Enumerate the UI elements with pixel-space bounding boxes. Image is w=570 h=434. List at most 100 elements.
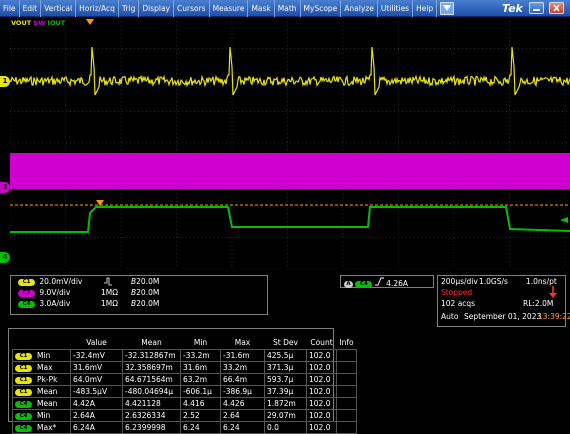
measurement-value: 2.64A <box>70 409 123 422</box>
menu-math[interactable]: Math <box>275 0 301 17</box>
ch1-settings-row[interactable]: C1 20.0mV/div <box>18 277 82 286</box>
ch3-settings-row[interactable]: C3 9.0V/div <box>18 288 70 297</box>
measurement-source-chip: C4 <box>15 412 32 420</box>
measurement-name: Max <box>37 363 53 372</box>
measurement-row[interactable]: C4 Max* 6.24A 6.2399998 6.24 6.24 0.0 102.0 <box>12 421 357 434</box>
trigger-readout[interactable]: A C4 4.26A <box>344 277 408 288</box>
measurement-source-chip: C4 <box>15 424 32 432</box>
ch4-scale: 3.0A/div <box>39 299 71 308</box>
ch3-position-handle[interactable]: 3 <box>0 182 10 193</box>
measurement-label: C1 Max <box>12 361 71 374</box>
menu-cursors[interactable]: Cursors <box>174 0 210 17</box>
ch3-sw-waveform <box>10 153 570 189</box>
trigger-source-chip: C4 <box>355 280 373 288</box>
menu-trig[interactable]: Trig <box>119 0 140 17</box>
measurement-stdev: 1.872m <box>264 397 307 410</box>
measurement-count: 102.0 <box>306 409 337 422</box>
measurement-value: 6.24A <box>70 421 123 434</box>
measurement-row[interactable]: C1 Pk-Pk 64.0mV 64.671564m 63.2m 66.4m 593.7μ 1… <box>12 373 357 386</box>
measurement-name: Pk-Pk <box>37 375 58 384</box>
help-dropdown-button[interactable] <box>440 1 455 15</box>
measurement-min: -606.1μ <box>180 385 221 398</box>
measurement-row[interactable]: C1 Min -32.4mV -32.312867m -33.2m -31.6m 425.5… <box>12 349 357 362</box>
measurement-row[interactable]: C1 Max 31.6mV 32.358697m 31.6m 33.2m 371.3μ 102… <box>12 361 357 374</box>
menu-utilities[interactable]: Utilities <box>378 0 414 17</box>
resolution: 1.0ns/pt <box>526 277 557 286</box>
measurement-info <box>336 385 357 398</box>
menu-measure[interactable]: Measure <box>210 0 249 17</box>
measurement-stdev: 371.3μ <box>264 361 307 374</box>
ch1-label: VOUT <box>11 19 32 27</box>
measurement-info <box>336 349 357 362</box>
measurement-mean: -32.312867m <box>122 349 181 362</box>
measurement-min: 6.24 <box>180 421 221 434</box>
measurement-value: -32.4mV <box>70 349 123 362</box>
measurement-row[interactable]: C4 Min 2.64A 2.6326334 2.52 2.64 29.07m 102.0 <box>12 409 357 422</box>
measurement-source-chip: C1 <box>15 352 32 360</box>
channel-label-strip: VOUT SW IOUT <box>11 19 65 27</box>
measurement-label: C1 Min <box>12 349 71 362</box>
measurement-info <box>336 421 357 434</box>
measurement-mean: -480.04694μ <box>122 385 181 398</box>
measurement-mean: 32.358697m <box>122 361 181 374</box>
measurement-name: Mean <box>37 387 58 396</box>
measurement-value: 31.6mV <box>70 361 123 374</box>
measurement-max: 2.64 <box>220 409 265 422</box>
menu-help[interactable]: Help <box>413 0 438 17</box>
menu-myscope[interactable]: MyScope <box>301 0 342 17</box>
measurement-name: Mean <box>37 399 58 408</box>
ch3-chip: C3 <box>18 289 35 297</box>
ch4-iout-waveform <box>10 206 570 233</box>
date: September 01, 2023 <box>464 312 542 321</box>
menu-display[interactable]: Display <box>139 0 174 17</box>
close-icon <box>553 4 560 12</box>
measurement-max: -31.6m <box>220 349 265 362</box>
ch3-label: SW <box>33 19 46 27</box>
measurement-mean: 6.2399998 <box>122 421 181 434</box>
menu-file[interactable]: File <box>0 0 20 17</box>
trigger-level: 4.26A <box>386 279 409 288</box>
measurement-source-chip: C4 <box>15 400 32 408</box>
measurement-max: 66.4m <box>220 373 265 386</box>
waveform-graticule[interactable] <box>10 17 570 269</box>
measurement-info <box>336 373 357 386</box>
measurement-value: -483.5μV <box>70 385 123 398</box>
menu-horiz-acq[interactable]: Horiz/Acq <box>76 0 119 17</box>
ch4-settings-row[interactable]: C4 3.0A/div <box>18 299 70 308</box>
measurement-row[interactable]: C1 Mean -483.5μV -480.04694μ -606.1μ -386.9μ 3… <box>12 385 357 398</box>
ch1-bw-value: 20.0M <box>136 277 160 286</box>
menu-vertical[interactable]: Vertical <box>41 0 77 17</box>
measurement-count: 102.0 <box>306 361 337 374</box>
measurement-table: Value Mean Min Max St Dev Count Info C1 M… <box>12 336 357 434</box>
measurement-label: C4 Min <box>12 409 71 422</box>
measurement-body: C1 Min -32.4mV -32.312867m -33.2m -31.6m 425.5… <box>12 349 357 434</box>
measurement-name: Max* <box>37 423 57 432</box>
measurement-header-row: Value Mean Min Max St Dev Count Info <box>13 336 357 350</box>
ch1-extra <box>103 277 113 288</box>
chevron-down-icon <box>443 5 452 11</box>
col-stdev: St Dev <box>273 338 298 347</box>
measurement-row[interactable]: C4 Mean 4.42A 4.421128 4.416 4.426 1.872m 102.0 <box>12 397 357 410</box>
menu-bar: File Edit Vertical Horiz/Acq Trig Displa… <box>0 0 570 17</box>
stopped-arrow-icon <box>549 286 557 300</box>
measurement-count: 102.0 <box>306 397 337 410</box>
time: 13:39:22 <box>538 312 570 321</box>
ch1-position-handle[interactable]: 1 <box>0 76 10 87</box>
ch4-position-handle[interactable]: 4 <box>0 252 10 263</box>
sample-rate: 1.0GS/s <box>479 277 508 286</box>
acquisition-count: 102 acqs <box>441 299 476 308</box>
ch3-coupling: 1MΩ <box>101 288 118 297</box>
close-button[interactable] <box>549 2 564 14</box>
measurement-min: 4.416 <box>180 397 221 410</box>
menu-analyze[interactable]: Analyze <box>341 0 378 17</box>
measurement-stdev: 593.7μ <box>264 373 307 386</box>
menu-mask[interactable]: Mask <box>248 0 275 17</box>
waveform-display <box>10 17 570 269</box>
col-mean: Mean <box>141 338 162 347</box>
measurement-label: C1 Pk-Pk <box>12 373 71 386</box>
menu-edit[interactable]: Edit <box>20 0 42 17</box>
measurement-label: C4 Mean <box>12 397 71 410</box>
minimize-button[interactable] <box>529 2 544 14</box>
ch4-coupling: 1MΩ <box>101 299 118 308</box>
ch4-label: IOUT <box>47 19 66 27</box>
